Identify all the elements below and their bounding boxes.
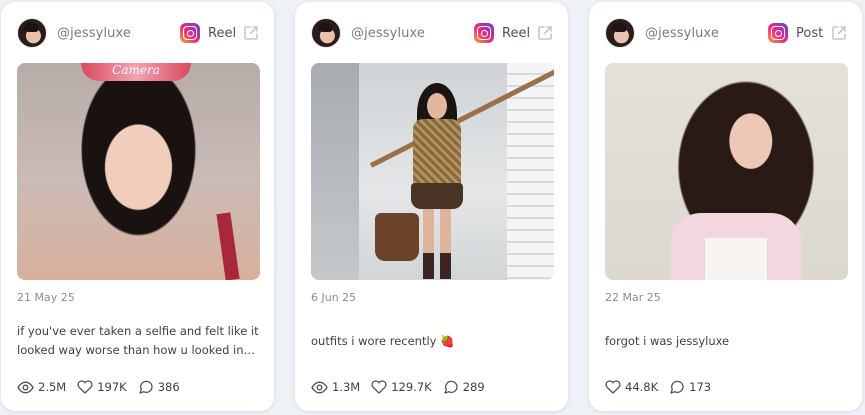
- comments-stat: 173: [669, 379, 711, 395]
- likes-count: 44.8K: [625, 380, 659, 394]
- post-stats: 44.8K 173: [605, 377, 711, 397]
- account-handle[interactable]: @jessyluxe: [57, 26, 131, 41]
- decorative-shape: [216, 212, 240, 280]
- decorative-shape: [423, 253, 451, 279]
- post-card[interactable]: @jessyluxe Reel Camera 21 May 25 if you'…: [1, 2, 274, 411]
- views-count: 1.3M: [332, 380, 361, 394]
- decorative-shape: [311, 63, 359, 280]
- post-caption: outfits i wore recently 🍓: [311, 332, 554, 351]
- heart-icon: [371, 380, 387, 394]
- decorative-shape: [423, 209, 451, 259]
- avatar[interactable]: [17, 18, 47, 48]
- post-date: 21 May 25: [17, 291, 75, 304]
- comments-stat: 289: [443, 379, 485, 395]
- post-stats: 2.5M 197K 386: [17, 377, 180, 397]
- likes-stat: 129.7K: [371, 379, 432, 395]
- post-card[interactable]: @jessyluxe Post 22 Mar 25 forgot i was j…: [589, 2, 862, 411]
- external-link-icon[interactable]: [830, 24, 848, 42]
- likes-count: 129.7K: [391, 380, 432, 394]
- post-stats: 1.3M 129.7K 289: [311, 377, 485, 397]
- comment-icon: [444, 380, 458, 394]
- eye-icon: [17, 381, 34, 393]
- comment-icon: [670, 380, 684, 394]
- likes-stat: 44.8K: [605, 379, 658, 395]
- post-type-label: Post: [796, 26, 824, 41]
- external-link-icon[interactable]: [536, 24, 554, 42]
- views-count: 2.5M: [38, 380, 67, 394]
- post-type-label: Reel: [208, 26, 237, 41]
- post-thumbnail[interactable]: Camera: [17, 63, 260, 280]
- post-thumbnail[interactable]: [605, 63, 848, 280]
- card-header: @jessyluxe Reel: [17, 18, 260, 48]
- account-handle[interactable]: @jessyluxe: [645, 26, 719, 41]
- instagram-icon: [768, 23, 788, 43]
- post-type-label: Reel: [502, 26, 531, 41]
- decorative-shape: [705, 238, 767, 280]
- views-stat: 2.5M: [17, 379, 66, 396]
- decorative-shape: [507, 63, 554, 280]
- comments-count: 173: [689, 380, 712, 394]
- eye-icon: [311, 381, 328, 393]
- heart-icon: [77, 380, 93, 394]
- avatar[interactable]: [311, 18, 341, 48]
- likes-count: 197K: [97, 380, 127, 394]
- decorative-shape: [375, 213, 419, 261]
- decorative-shape: [411, 183, 463, 209]
- post-caption-text: forgot i was jessyluxe: [605, 334, 730, 348]
- avatar[interactable]: [605, 18, 635, 48]
- instagram-icon: [474, 23, 494, 43]
- heart-icon: [605, 380, 621, 394]
- comment-icon: [139, 380, 153, 394]
- likes-stat: 197K: [77, 379, 127, 395]
- post-caption-text: outfits i wore recently 🍓: [311, 334, 455, 348]
- card-header: @jessyluxe Reel: [311, 18, 554, 48]
- views-stat: 1.3M: [311, 379, 360, 396]
- post-caption: if you've ever taken a selfie and felt l…: [17, 322, 260, 360]
- comments-count: 289: [462, 380, 485, 394]
- post-caption: forgot i was jessyluxe: [605, 332, 848, 351]
- decorative-shape: [413, 119, 461, 187]
- account-handle[interactable]: @jessyluxe: [351, 26, 425, 41]
- comments-stat: 386: [138, 379, 180, 395]
- comments-count: 386: [157, 380, 180, 394]
- instagram-icon: [180, 23, 200, 43]
- post-card[interactable]: @jessyluxe Reel 6 Jun 25 outfits i wore …: [295, 2, 568, 411]
- post-thumbnail[interactable]: [311, 63, 554, 280]
- filter-overlay-text: Camera: [81, 63, 191, 81]
- decorative-shape: [427, 93, 447, 119]
- post-date: 22 Mar 25: [605, 291, 661, 304]
- card-header: @jessyluxe Post: [605, 18, 848, 48]
- post-date: 6 Jun 25: [311, 291, 357, 304]
- post-caption-text: if you've ever taken a selfie and felt l…: [17, 324, 259, 357]
- external-link-icon[interactable]: [242, 24, 260, 42]
